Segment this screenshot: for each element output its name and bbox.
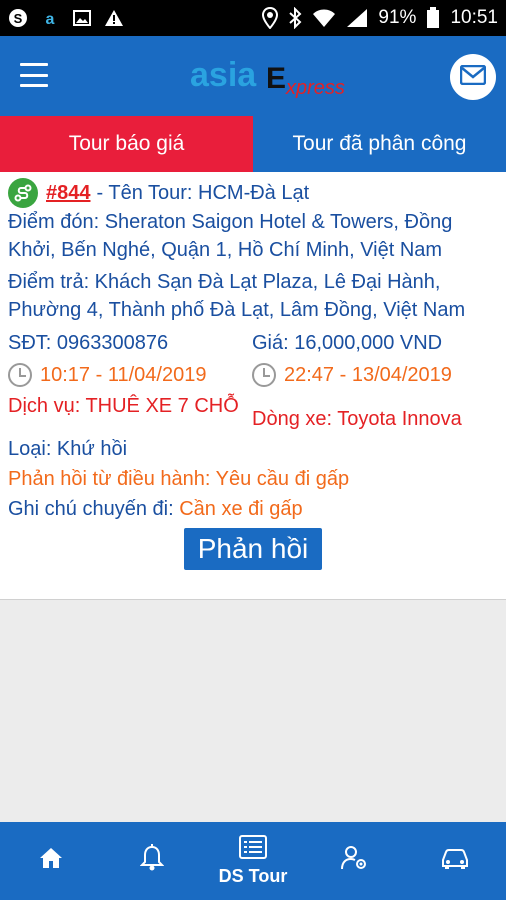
trip-note: Ghi chú chuyến đi: Cần xe đi gấp [8, 494, 498, 524]
trip-note-value: Cần xe đi gấp [179, 498, 303, 520]
hamburger-menu-button[interactable] [20, 63, 48, 87]
end-time: 22:47 - 13/04/2019 [252, 360, 452, 390]
nav-notifications[interactable] [101, 822, 202, 900]
phone-number: SĐT: 0963300876 [8, 332, 169, 354]
svg-text:xpress: xpress [285, 77, 345, 98]
signal-icon [346, 8, 368, 28]
user-settings-icon [340, 844, 368, 877]
start-time-text: 10:17 - 11/04/2019 [40, 364, 207, 386]
clock-icon [8, 363, 32, 387]
tour-title-row: #844 - Tên Tour: HCM-Đà Lạt [8, 178, 498, 208]
wifi-icon [312, 8, 336, 28]
clock-icon [252, 363, 276, 387]
nav-account[interactable] [304, 822, 405, 900]
nav-tour-list[interactable]: DS Tour [202, 822, 303, 900]
list-icon [239, 835, 267, 864]
battery-percent: 91% [378, 7, 417, 28]
clock-time: 10:51 [450, 7, 498, 28]
reply-button[interactable]: Phản hồi [183, 528, 323, 570]
operator-feedback-label: Phản hồi từ điều hành: [8, 468, 211, 490]
nav-tour-list-label: DS Tour [218, 866, 288, 886]
operator-feedback: Phản hồi từ điều hành: Yêu cầu đi gấp [8, 464, 498, 494]
asia-express-logo: asia E xpress [190, 54, 360, 99]
skype-icon: S [8, 8, 28, 28]
app-header: asia E xpress [0, 36, 506, 116]
app-notification-icon: a [40, 8, 60, 28]
end-time-text: 22:47 - 13/04/2019 [284, 364, 452, 386]
location-icon [262, 7, 279, 29]
tour-tabs: Tour báo giá Tour đã phân công [0, 116, 506, 172]
battery-icon [426, 7, 440, 29]
route-icon [8, 178, 38, 208]
svg-text:S: S [14, 11, 23, 26]
bell-icon [139, 843, 165, 877]
tour-card[interactable]: #844 - Tên Tour: HCM-Đà Lạt Điểm đón: Sh… [0, 172, 506, 600]
nav-vehicles[interactable] [405, 822, 506, 900]
trip-note-label: Ghi chú chuyến đi: [8, 498, 174, 520]
status-bar: S a 91% 10:51 [0, 0, 506, 36]
svg-text:E: E [266, 62, 286, 95]
tab-assigned-tours[interactable]: Tour đã phân công [253, 116, 506, 172]
start-time: 10:17 - 11/04/2019 [8, 360, 252, 390]
bottom-navigation: DS Tour [0, 822, 506, 900]
trip-type: Loại: Khứ hồi [8, 438, 128, 460]
car-icon [439, 846, 471, 875]
mail-icon [459, 64, 487, 90]
bluetooth-icon [288, 7, 302, 29]
image-icon [72, 8, 92, 28]
tab-quoted-tours[interactable]: Tour báo giá [0, 116, 253, 172]
vehicle-model: Dòng xe: Toyota Innova [252, 408, 462, 430]
svg-text:asia: asia [190, 56, 257, 94]
pickup-location: Điểm đón: Sheraton Saigon Hotel & Towers… [8, 211, 453, 261]
service-type: Dịch vụ: THUÊ XE 7 CHỖ [8, 395, 239, 417]
tour-id-link[interactable]: #844 [46, 178, 91, 208]
warning-icon [104, 8, 124, 28]
svg-text:a: a [46, 11, 55, 28]
mail-button[interactable] [450, 54, 496, 100]
home-icon [38, 846, 64, 875]
dropoff-location: Điểm trả: Khách Sạn Đà Lạt Plaza, Lê Đại… [8, 271, 466, 321]
tour-name: - Tên Tour: HCM-Đà Lạt [96, 182, 310, 204]
nav-home[interactable] [0, 822, 101, 900]
operator-feedback-value: Yêu cầu đi gấp [215, 468, 350, 490]
tour-price: Giá: 16,000,000 VND [252, 332, 443, 354]
